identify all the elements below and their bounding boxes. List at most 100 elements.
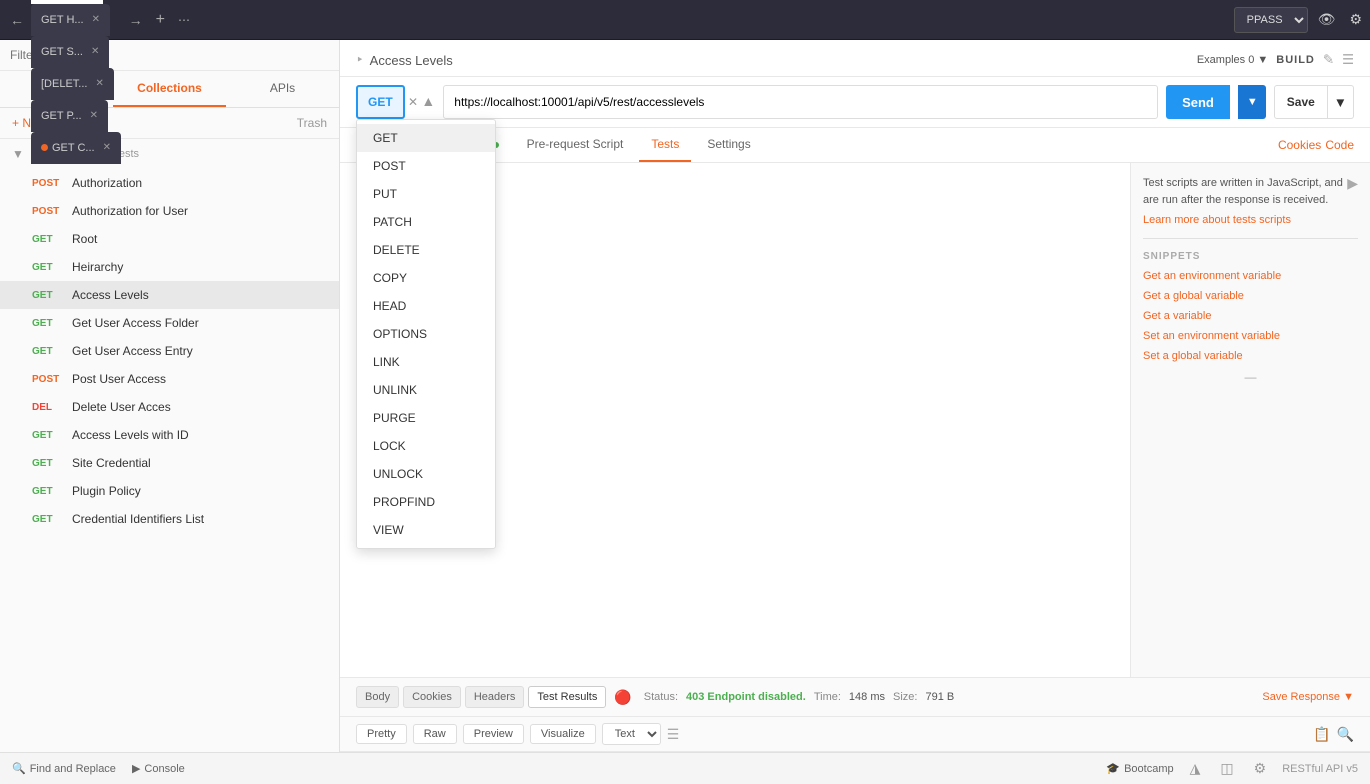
pretty-button[interactable]: Pretty — [356, 724, 407, 744]
method-option-unlock[interactable]: UNLOCK — [357, 460, 495, 488]
tab-get-c[interactable]: GET C...✕ — [31, 132, 121, 164]
method-option-patch[interactable]: PATCH — [357, 208, 495, 236]
code-button[interactable]: Code — [1325, 138, 1354, 152]
url-expand-button[interactable]: ▲ — [421, 93, 435, 109]
learn-more-link[interactable]: Learn more about tests scripts — [1143, 214, 1291, 226]
tab-get-p[interactable]: GET P...✕ — [31, 100, 108, 132]
save-response-button[interactable]: Save Response ▼ — [1262, 691, 1354, 703]
copy-icon[interactable]: 📋 — [1313, 726, 1330, 743]
trash-button[interactable]: Trash — [297, 116, 327, 130]
method-option-copy[interactable]: COPY — [357, 264, 495, 292]
tab-settings[interactable]: Settings — [695, 128, 762, 162]
tab-get-a[interactable]: GET A... — [31, 0, 103, 4]
edit-button[interactable]: ✎ — [1323, 52, 1334, 68]
method-option-get[interactable]: GET — [357, 124, 495, 152]
more-tabs-button[interactable]: ⋯ — [172, 13, 196, 27]
request-name: Get User Access Entry — [72, 344, 193, 358]
method-option-post[interactable]: POST — [357, 152, 495, 180]
snippets-title: SNIPPETS — [1143, 251, 1358, 262]
send-button[interactable]: Send — [1166, 85, 1230, 119]
request-name: Authorization — [72, 176, 142, 190]
format-select[interactable]: Text — [602, 723, 661, 745]
url-clear-button[interactable]: ✕ — [408, 95, 418, 109]
method-option-purge[interactable]: PURGE — [357, 404, 495, 432]
list-item[interactable]: GETAccess Levels — [0, 281, 339, 309]
save-button[interactable]: Save — [1274, 85, 1328, 119]
list-item[interactable]: DELDelete User Acces — [0, 393, 339, 421]
tab-delete2[interactable]: [DELET...✕ — [31, 68, 114, 100]
method-option-head[interactable]: HEAD — [357, 292, 495, 320]
list-item[interactable]: POSTPost User Access — [0, 365, 339, 393]
method-option-delete[interactable]: DELETE — [357, 236, 495, 264]
tab-nav-forward[interactable]: → — [123, 12, 149, 28]
layout-btn-3[interactable]: ⚙ — [1250, 758, 1271, 779]
send-dropdown-button[interactable]: ▼ — [1238, 85, 1266, 119]
list-item[interactable]: GETPlugin Policy — [0, 477, 339, 505]
status-info: Status: 403 Endpoint disabled. Time: 148… — [644, 691, 954, 703]
list-item[interactable]: POSTAuthorization for User — [0, 197, 339, 225]
method-option-put[interactable]: PUT — [357, 180, 495, 208]
find-replace-button[interactable]: 🔍 Find and Replace — [12, 762, 116, 775]
console-button[interactable]: ▶ Console — [132, 762, 185, 775]
snippet-item[interactable]: Set an environment variable — [1143, 330, 1280, 342]
resp-tab-headers[interactable]: Headers — [465, 686, 525, 708]
list-item[interactable]: GETRoot — [0, 225, 339, 253]
tab-get-s[interactable]: GET S...✕ — [31, 36, 109, 68]
examples-button[interactable]: Examples 0 ▼ — [1197, 54, 1268, 66]
resp-tab-cookies[interactable]: Cookies — [403, 686, 461, 708]
search-response-icon[interactable]: 🔍 — [1337, 726, 1354, 743]
list-item[interactable]: GETHeirarchy — [0, 253, 339, 281]
method-option-lock[interactable]: LOCK — [357, 432, 495, 460]
save-dropdown-button[interactable]: ▼ — [1328, 85, 1354, 119]
snippet-item[interactable]: Get an environment variable — [1143, 270, 1281, 282]
resp-tab-test-results[interactable]: Test Results — [528, 686, 606, 708]
method-option-propfind[interactable]: PROPFIND — [357, 488, 495, 516]
list-item[interactable]: GETCredential Identifiers List — [0, 505, 339, 533]
list-item[interactable]: GETSite Credential — [0, 449, 339, 477]
environment-select[interactable]: PPASS — [1234, 7, 1308, 33]
visualize-button[interactable]: Visualize — [530, 724, 596, 744]
method-badge: GET — [32, 346, 64, 357]
method-option-view[interactable]: VIEW — [357, 516, 495, 544]
bottom-bar: 🔍 Find and Replace ▶ Console 🎓 Bootcamp … — [0, 752, 1370, 784]
tab-pre-request[interactable]: Pre-request Script — [515, 128, 636, 162]
list-item[interactable]: GETAccess Levels with ID — [0, 421, 339, 449]
scripts-expand-button[interactable]: ▶ — [1347, 175, 1358, 192]
url-bar: GET ✕ ▲ GETPOSTPUTPATCHDELETECOPYHEADOPT… — [340, 77, 1370, 128]
tab-tests[interactable]: Tests — [639, 128, 691, 162]
settings-icon[interactable]: ⚙ — [1345, 7, 1366, 32]
bootcamp-button[interactable]: 🎓 Bootcamp — [1106, 762, 1173, 775]
sidebar-tab-collections[interactable]: Collections — [113, 71, 226, 107]
resp-tab-body[interactable]: Body — [356, 686, 399, 708]
method-select-button[interactable]: GET — [356, 85, 405, 119]
layout-btn-1[interactable]: ◮ — [1186, 758, 1205, 779]
snippet-item[interactable]: Get a variable — [1143, 310, 1211, 322]
method-option-options[interactable]: OPTIONS — [357, 320, 495, 348]
snippet-item[interactable]: Get a global variable — [1143, 290, 1244, 302]
app-name: RESTful API v5 — [1282, 763, 1358, 775]
tab-nav-back[interactable]: ← — [4, 12, 30, 28]
list-item[interactable]: GET Get User Access Entry — [0, 337, 339, 365]
list-item[interactable]: GETGet User Access Folder — [0, 309, 339, 337]
build-button[interactable]: BUILD — [1276, 54, 1315, 66]
sidebar-tab-apis[interactable]: APIs — [226, 71, 339, 107]
method-option-unlink[interactable]: UNLINK — [357, 376, 495, 404]
eye-icon[interactable]: 👁 — [1314, 7, 1340, 32]
url-input[interactable] — [443, 85, 1158, 119]
list-item[interactable]: POSTAuthorization — [0, 169, 339, 197]
preview-button[interactable]: Preview — [463, 724, 524, 744]
new-tab-button[interactable]: + — [150, 11, 171, 29]
request-name: Heirarchy — [72, 260, 123, 274]
snippet-item[interactable]: Set a global variable — [1143, 350, 1243, 362]
method-select-wrapper: GET ✕ ▲ GETPOSTPUTPATCHDELETECOPYHEADOPT… — [356, 85, 435, 119]
raw-button[interactable]: Raw — [413, 724, 457, 744]
time-label: Time: — [814, 691, 841, 703]
request-header: ‣ Access Levels Examples 0 ▼ BUILD ✎ ☰ — [340, 40, 1370, 77]
method-option-link[interactable]: LINK — [357, 348, 495, 376]
tab-get-h[interactable]: GET H...✕ — [31, 4, 110, 36]
sort-icon[interactable]: ☰ — [667, 726, 680, 743]
list-button[interactable]: ☰ — [1342, 52, 1354, 68]
cookies-button[interactable]: Cookies — [1278, 138, 1321, 152]
scripts-panel: Test scripts are written in JavaScript, … — [1130, 163, 1370, 677]
layout-btn-2[interactable]: ◫ — [1216, 758, 1237, 779]
